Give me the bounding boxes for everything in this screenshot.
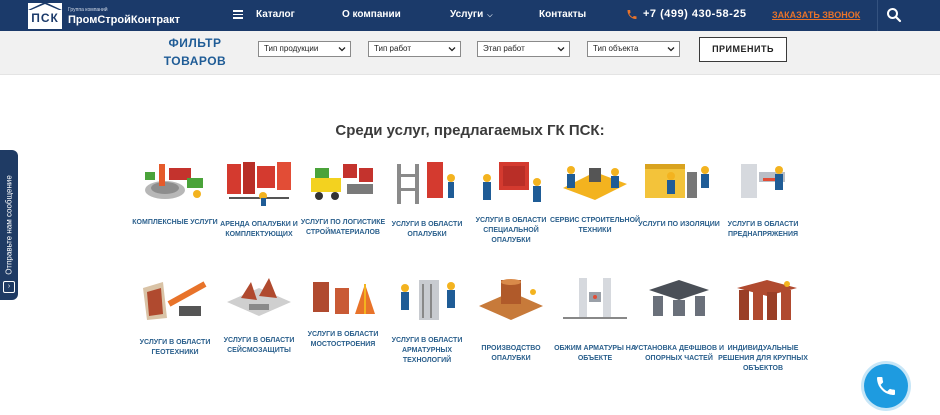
formwork-icon <box>397 162 455 204</box>
chevron-right-icon: › <box>3 281 15 293</box>
call-button[interactable] <box>864 364 908 408</box>
select-product-type[interactable]: Тип продукции <box>258 41 351 57</box>
complex-services-icon <box>145 164 203 199</box>
logo-box-text: ПСК <box>31 11 59 25</box>
select-value: Этап работ <box>483 44 525 53</box>
apply-filter-button[interactable]: ПРИМЕНИТЬ <box>699 37 787 62</box>
chevron-down-icon: ⌵ <box>487 12 493 19</box>
send-message-label: Отправьте нам сообщение <box>4 175 14 275</box>
rebar-crimping-icon <box>563 278 627 319</box>
chevron-down-icon <box>448 47 456 52</box>
top-header: ПСК Группа компаний ПромСтройКонтракт Ка… <box>0 0 940 31</box>
logo[interactable]: ПСК Группа компаний ПромСтройКонтракт <box>28 2 193 29</box>
logo-mark: ПСК <box>28 2 62 29</box>
service-label: Услуги в области мостостроения <box>307 331 379 348</box>
service-label: Услуги в области геотехники <box>139 339 211 356</box>
service-label: Аренда опалубки и комплектующих <box>220 221 298 238</box>
send-message-tab[interactable]: Отправьте нам сообщение › <box>0 150 18 300</box>
nav-contacts[interactable]: Контакты <box>539 9 586 20</box>
service-label: Индивидуальные решения для крупных объек… <box>718 345 808 372</box>
service-label: Сервис строительной техники <box>549 217 641 234</box>
nav-services-label: Услуги <box>450 9 484 20</box>
formwork-production-icon <box>479 279 543 320</box>
service-label: Обжим арматуры на объекте <box>554 345 636 362</box>
chevron-down-icon <box>338 47 346 52</box>
logo-subtitle: Группа компаний <box>68 7 108 13</box>
service-label: Услуги в области специальной опалубки <box>475 217 547 244</box>
nav-catalog[interactable]: Каталог <box>256 9 295 20</box>
phone-icon <box>627 10 637 19</box>
logo-name: ПромСтройКонтракт <box>68 14 181 26</box>
select-value: Тип работ <box>374 44 411 53</box>
chevron-down-icon <box>557 47 565 52</box>
service-label: Услуги по логистике стройматериалов <box>300 219 386 236</box>
phone-icon <box>877 377 895 395</box>
select-object-type[interactable]: Тип объекта <box>587 41 680 57</box>
select-work-stage[interactable]: Этап работ <box>477 41 570 57</box>
order-callback-link[interactable]: ЗАКАЗАТЬ ЗВОНОК <box>772 10 860 20</box>
search-icon[interactable] <box>886 7 902 23</box>
bridge-building-icon <box>313 282 375 314</box>
filter-title: ФИЛЬТР ТОВАРОВ <box>163 36 227 68</box>
service-label: Установка дефшвов и опорных частей <box>634 345 724 362</box>
service-label: Производство опалубки <box>481 345 541 362</box>
nav-about[interactable]: О компании <box>342 9 401 20</box>
services-title: Среди услуг, предлагаемых ГК ПСК: <box>335 122 605 139</box>
phone-number: +7 (499) 430-58-25 <box>643 8 747 20</box>
prestressing-icon <box>741 164 785 198</box>
service-label: Услуги по изоляции <box>638 221 720 228</box>
logistics-icon <box>311 164 373 200</box>
bearings-installation-icon <box>649 280 709 316</box>
logo-roof-icon <box>28 2 62 10</box>
select-value: Тип объекта <box>593 44 639 53</box>
select-work-type[interactable]: Тип работ <box>368 41 461 57</box>
special-formwork-icon <box>483 162 541 202</box>
geotechnics-icon <box>143 281 207 320</box>
page: ПСК Группа компаний ПромСтройКонтракт Ка… <box>0 0 940 415</box>
seismic-protection-icon <box>227 278 291 316</box>
header-divider <box>877 0 878 31</box>
select-value: Тип продукции <box>264 44 319 53</box>
formwork-rent-icon <box>227 162 291 206</box>
product-filter: ФИЛЬТР ТОВАРОВ Тип продукции Тип работ Э… <box>0 31 940 75</box>
service-label: Услуги в области опалубки <box>391 221 463 238</box>
service-label: Услуги в области преднапряжения <box>727 221 799 238</box>
service-label: Услуги в области сейсмозащиты <box>223 337 295 354</box>
custom-solutions-icon <box>737 280 797 320</box>
nav-services[interactable]: Услуги ⌵ <box>450 9 493 20</box>
rebar-technology-icon <box>401 280 455 320</box>
chevron-down-icon <box>667 47 675 52</box>
service-label: Услуги в области арматурных технологий <box>391 337 463 364</box>
service-label: Комплексные услуги <box>132 219 218 226</box>
menu-icon[interactable] <box>233 10 243 19</box>
machinery-service-icon <box>563 166 627 200</box>
insulation-icon <box>645 164 709 198</box>
